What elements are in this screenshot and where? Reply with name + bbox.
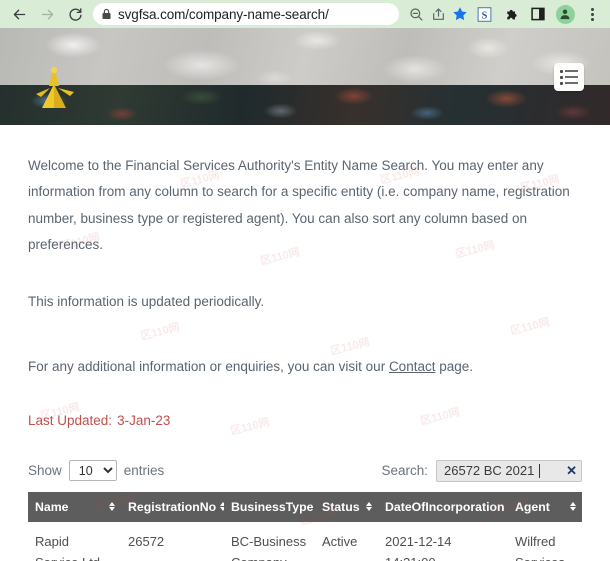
site-logo[interactable]: [34, 64, 76, 112]
cell-business-type: BC-Business Company: [224, 521, 315, 561]
search-wrapper: ✕: [436, 459, 582, 482]
cell-agent: Wilfred Services Ltd.: [508, 521, 582, 561]
intro-paragraph-2: This information is updated periodically…: [28, 294, 265, 310]
clear-search-icon[interactable]: ✕: [566, 462, 577, 480]
lock-icon: [101, 8, 112, 20]
column-label: Status: [322, 499, 360, 514]
page-length-control: Show 102550100 entries: [28, 460, 165, 482]
star-icon[interactable]: [450, 4, 470, 24]
search-label: Search:: [381, 463, 428, 479]
column-header-name[interactable]: Name: [28, 491, 121, 522]
hero-photo-lower: [0, 85, 610, 125]
column-header-dateofincorporation[interactable]: DateOfIncorporation: [378, 491, 515, 522]
s-extension-icon[interactable]: S: [472, 2, 496, 26]
reload-icon: [69, 7, 82, 21]
cell-status: Active: [315, 521, 378, 561]
hero-photo-upper: [0, 28, 610, 85]
cell-name: Rapid Service Ltd.: [28, 521, 121, 561]
column-label: Agent: [515, 499, 550, 514]
hero-menu-button[interactable]: [554, 63, 584, 91]
intro-paragraph-3: For any additional information or enquir…: [28, 354, 582, 380]
table-row[interactable]: Rapid Service Ltd. 26572 BC-Business Com…: [28, 521, 582, 561]
address-bar[interactable]: svgfsa.com/company-name-search/: [93, 3, 399, 25]
cell-registration-no: 26572: [121, 521, 224, 561]
search-input[interactable]: [436, 459, 582, 482]
text-caret: [539, 463, 540, 478]
kebab-menu-icon[interactable]: [580, 2, 604, 26]
contact-text-before: For any additional information or enquir…: [28, 358, 389, 374]
logo-figure-icon: [36, 66, 74, 108]
cell-date-of-incorporation: 2021-12-14 14:31:00: [378, 521, 508, 561]
list-menu-icon: [560, 69, 578, 85]
reload-button[interactable]: [62, 1, 88, 27]
hero-banner: [0, 28, 610, 125]
url-text: svgfsa.com/company-name-search/: [118, 6, 329, 22]
arrow-right-icon: [41, 9, 53, 19]
extensions-area: S: [472, 2, 604, 26]
back-button[interactable]: [6, 1, 32, 27]
show-label: Show: [28, 463, 62, 479]
share-icon[interactable]: [428, 4, 448, 24]
forward-button[interactable]: [34, 1, 60, 27]
last-updated-label: Last Updated:: [28, 412, 113, 428]
search-control: Search: ✕: [381, 459, 582, 482]
sort-arrows-icon: [570, 502, 576, 512]
column-header-businesstype[interactable]: BusinessType: [224, 491, 324, 522]
entries-label: entries: [123, 463, 165, 479]
puzzle-extension-icon[interactable]: [499, 2, 523, 26]
datatable-controls: Show 102550100 entries Search: ✕: [28, 458, 582, 484]
arrow-left-icon: [13, 9, 25, 19]
table-header-row: Name RegistrationNo BusinessType Status …: [28, 491, 582, 522]
intro-paragraph-1: Welcome to the Financial Services Author…: [28, 158, 570, 252]
last-updated-value: 3-Jan-23: [117, 412, 171, 428]
page-content: 区110网 区110网 区110网 区110网 区110网 区110网 区110…: [0, 153, 610, 561]
column-label: DateOfIncorporation: [385, 499, 505, 514]
contact-link[interactable]: Contact: [389, 359, 436, 374]
browser-toolbar: svgfsa.com/company-name-search/ S: [0, 0, 610, 28]
column-label: Name: [35, 499, 69, 514]
page-length-select[interactable]: 102550100: [68, 460, 117, 482]
table-body: Rapid Service Ltd. 26572 BC-Business Com…: [28, 521, 582, 561]
sort-arrows-icon: [109, 502, 115, 512]
column-header-registrationno[interactable]: RegistrationNo: [121, 491, 227, 522]
table-head: Name RegistrationNo BusinessType Status …: [28, 491, 582, 522]
contact-text-after: page.: [435, 358, 474, 374]
column-header-agent[interactable]: Agent: [508, 491, 582, 522]
side-panel-icon[interactable]: [526, 2, 550, 26]
column-label: BusinessType: [231, 499, 314, 514]
last-updated: Last Updated: 3-Jan-23: [28, 413, 582, 428]
svg-text:S: S: [481, 10, 487, 21]
column-header-status[interactable]: Status: [315, 491, 378, 522]
entity-results-table: Name RegistrationNo BusinessType Status …: [28, 491, 582, 561]
profile-avatar-icon[interactable]: [553, 2, 577, 26]
column-label: RegistrationNo: [128, 499, 217, 514]
sort-arrows-icon: [366, 502, 372, 512]
zoom-out-icon[interactable]: [406, 4, 426, 24]
